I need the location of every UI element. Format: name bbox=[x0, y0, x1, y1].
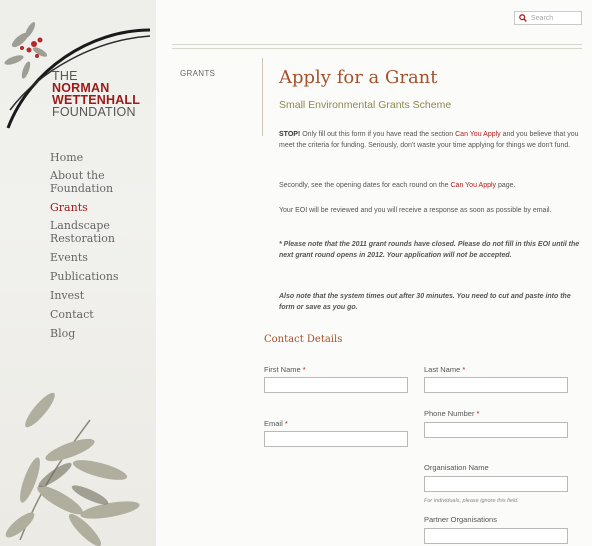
partner-organisations-label: Partner Organisations bbox=[424, 515, 497, 524]
timeout-notice: Also note that the system times out afte… bbox=[279, 293, 571, 311]
nav-item-grants[interactable]: Grants bbox=[50, 201, 119, 214]
search-placeholder: Search bbox=[531, 14, 554, 22]
required-mark: * bbox=[476, 409, 480, 418]
page-subtitle: Small Environmental Grants Scheme bbox=[279, 99, 452, 111]
nav-item-label: Landscape bbox=[50, 219, 110, 232]
label-text: First Name bbox=[264, 365, 301, 374]
nav-item-about[interactable]: About the Foundation bbox=[50, 169, 119, 195]
required-mark: * bbox=[462, 365, 466, 374]
main-nav: Home About the Foundation Grants Landsca… bbox=[50, 151, 119, 346]
nav-item-publications[interactable]: Publications bbox=[50, 270, 119, 283]
required-mark: * bbox=[284, 419, 288, 428]
foundation-logo[interactable]: THE NORMAN WETTENHALL FOUNDATION bbox=[52, 70, 140, 119]
nav-item-contact[interactable]: Contact bbox=[50, 308, 119, 321]
nav-item-label: Restoration bbox=[50, 231, 115, 245]
label-text: Email bbox=[264, 419, 283, 428]
last-name-label: Last Name * bbox=[424, 365, 465, 374]
logo-line: FOUNDATION bbox=[52, 105, 136, 119]
first-name-field[interactable] bbox=[264, 377, 408, 393]
nav-item-label: About the bbox=[50, 169, 105, 182]
search-input[interactable]: Search bbox=[514, 11, 582, 25]
stop-label: STOP! bbox=[279, 131, 301, 138]
label-text: Phone Number bbox=[424, 409, 475, 418]
can-you-apply-link[interactable]: Can You Apply bbox=[455, 131, 501, 138]
page-title: Apply for a Grant bbox=[279, 67, 438, 88]
sidebar: THE NORMAN WETTENHALL FOUNDATION Home Ab… bbox=[0, 0, 156, 546]
label-text: Last Name bbox=[424, 365, 461, 374]
content-divider bbox=[262, 58, 263, 136]
nav-item-invest[interactable]: Invest bbox=[50, 289, 119, 302]
organisation-name-label: Organisation Name bbox=[424, 463, 489, 472]
partner-organisations-field[interactable] bbox=[424, 528, 568, 544]
opening-dates-paragraph: Secondly, see the opening dates for each… bbox=[279, 181, 581, 192]
search-icon bbox=[519, 14, 527, 22]
closed-notice: * Please note that the 2011 grant rounds… bbox=[279, 241, 580, 259]
last-name-field[interactable] bbox=[424, 377, 568, 393]
required-mark: * bbox=[302, 365, 306, 374]
leaves-illustration bbox=[5, 392, 140, 546]
paragraph-text: Secondly, see the opening dates for each… bbox=[279, 182, 451, 189]
paragraph-text: page. bbox=[496, 182, 516, 189]
email-label: Email * bbox=[264, 419, 288, 428]
nav-item-landscape-restoration[interactable]: Landscape Restoration bbox=[50, 219, 119, 245]
organisation-name-field[interactable] bbox=[424, 476, 568, 492]
phone-field[interactable] bbox=[424, 422, 568, 438]
stop-paragraph: STOP! Only fill out this form if you hav… bbox=[279, 130, 581, 151]
breadcrumb[interactable]: GRANTS bbox=[180, 69, 215, 78]
phone-label: Phone Number * bbox=[424, 409, 479, 418]
nav-item-blog[interactable]: Blog bbox=[50, 327, 119, 340]
paragraph-text: Only fill out this form if you have read… bbox=[300, 131, 456, 138]
email-field[interactable] bbox=[264, 431, 408, 447]
eoi-paragraph: Your EOI will be reviewed and you will r… bbox=[279, 207, 552, 214]
first-name-label: First Name * bbox=[264, 365, 306, 374]
organisation-help-text: For individuals, please ignore this fiel… bbox=[424, 498, 519, 504]
nav-item-home[interactable]: Home bbox=[50, 151, 119, 164]
contact-details-heading: Contact Details bbox=[264, 334, 343, 345]
nav-item-events[interactable]: Events bbox=[50, 251, 119, 264]
can-you-apply-link[interactable]: Can You Apply bbox=[451, 182, 497, 189]
nav-item-label: Foundation bbox=[50, 181, 114, 195]
header-divider bbox=[172, 44, 582, 49]
